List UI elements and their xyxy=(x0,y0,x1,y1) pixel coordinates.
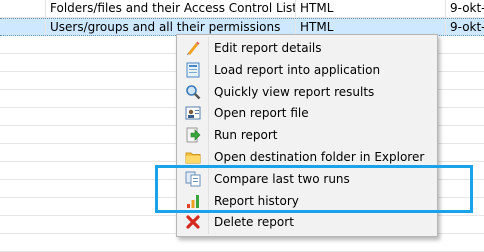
load-report-icon xyxy=(185,62,201,78)
menu-item-label: Open report file xyxy=(214,106,309,121)
menu-item-run-report[interactable]: Run report xyxy=(177,124,437,146)
menu-item-delete-report[interactable]: Delete report xyxy=(177,211,437,233)
pencil-icon xyxy=(185,40,201,56)
folder-icon xyxy=(185,149,201,165)
table-row[interactable]: Folders/files and their Access Control L… xyxy=(0,0,484,18)
menu-item-open-report-file[interactable]: Open report file xyxy=(177,102,437,124)
row-gutter-cell xyxy=(0,19,46,35)
menu-item-load-report[interactable]: Load report into application xyxy=(177,59,437,81)
magnifier-icon xyxy=(185,84,201,100)
menu-item-label: Load report into application xyxy=(214,62,381,77)
report-format-cell: HTML xyxy=(296,19,446,35)
menu-item-label: Open destination folder in Explorer xyxy=(214,149,425,164)
report-format-cell: HTML xyxy=(296,0,446,17)
menu-item-label: Delete report xyxy=(214,215,294,230)
row-gutter-cell xyxy=(0,0,46,17)
report-date-cell: 9-okt- xyxy=(450,20,484,34)
annotation-highlight-box xyxy=(155,165,473,213)
menu-item-label: Run report xyxy=(214,128,278,143)
menu-item-label: Quickly view report results xyxy=(214,84,375,99)
menu-item-quick-view[interactable]: Quickly view report results xyxy=(177,81,437,103)
delete-x-icon xyxy=(185,214,201,230)
report-name-cell: Users/groups and all their permissions xyxy=(46,19,296,35)
menu-item-label: Edit report details xyxy=(214,41,322,55)
report-file-icon xyxy=(185,105,201,121)
report-date-cell: 9-okt- xyxy=(450,1,484,15)
run-arrow-icon xyxy=(185,127,201,143)
menu-item-edit-report-details[interactable]: Edit report details xyxy=(177,37,437,59)
report-name-cell: Folders/files and their Access Control L… xyxy=(46,0,296,17)
